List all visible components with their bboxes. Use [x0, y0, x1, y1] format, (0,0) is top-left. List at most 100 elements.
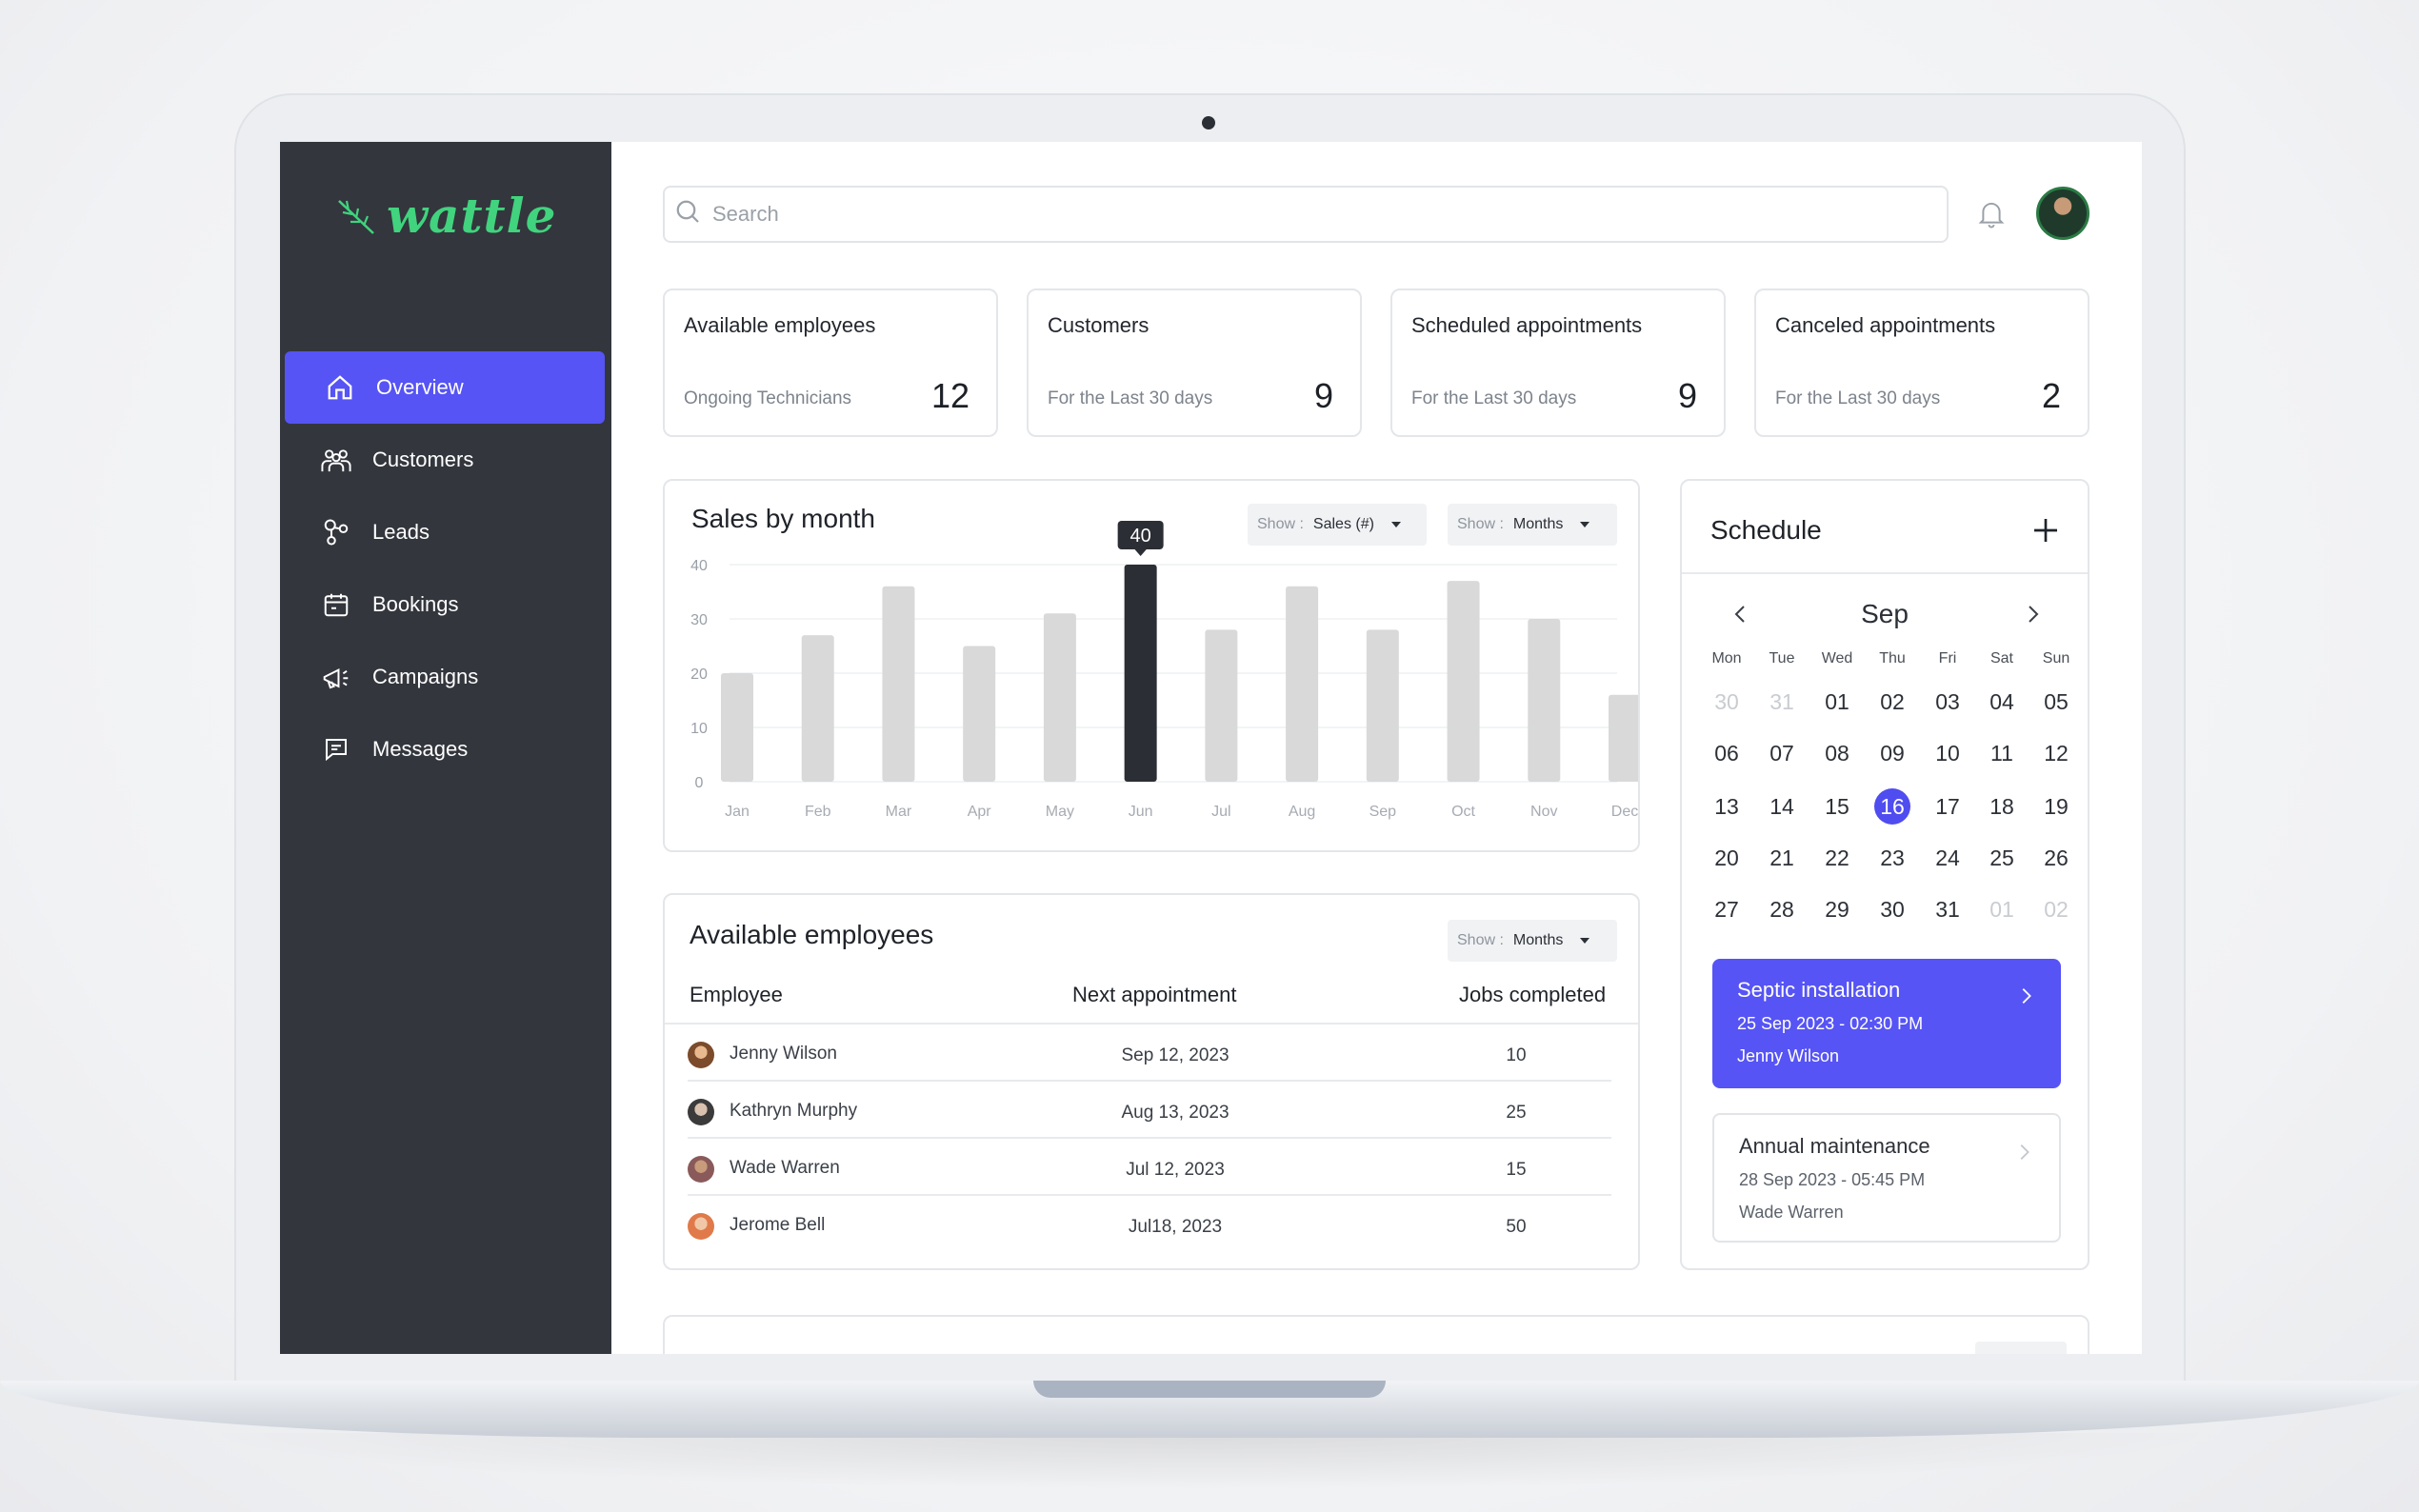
sidebar-item-label: Messages — [372, 737, 469, 761]
megaphone-icon — [319, 660, 353, 694]
calendar-day[interactable]: 28 — [1754, 890, 1809, 928]
bar-aug[interactable] — [1286, 586, 1319, 782]
calendar-day[interactable]: 14 — [1754, 787, 1809, 826]
calendar-day[interactable]: 30 — [1865, 890, 1920, 928]
caret-down-icon — [1580, 938, 1590, 944]
sidebar-item-bookings[interactable]: Bookings — [285, 568, 605, 641]
wattle-leaf-icon — [338, 199, 374, 234]
appointment-time: 28 Sep 2023 - 05:45 PM — [1739, 1170, 1926, 1189]
schedule-title: Schedule — [1710, 515, 1822, 545]
appointment-card-active[interactable]: Septic installation 25 Sep 2023 - 02:30 … — [1712, 959, 2061, 1088]
calendar-day[interactable]: 18 — [1974, 787, 2029, 826]
calendar-day[interactable]: 26 — [2029, 839, 2084, 877]
bar-apr[interactable] — [963, 646, 996, 783]
calendar-day[interactable]: 24 — [1920, 839, 1975, 877]
calendar-day[interactable]: 31 — [1754, 683, 1809, 721]
bar-dec[interactable] — [1609, 694, 1638, 782]
search-input[interactable]: Search — [712, 202, 779, 227]
bar-jun[interactable] — [1124, 565, 1157, 782]
calendar-day[interactable]: 22 — [1809, 839, 1865, 877]
calendar-day[interactable]: 21 — [1754, 839, 1809, 877]
calendar-day[interactable]: 30 — [1699, 683, 1754, 721]
bar-may[interactable] — [1043, 613, 1076, 782]
stat-subtitle: Ongoing Technicians — [684, 388, 852, 408]
avatar[interactable] — [2036, 187, 2089, 240]
calendar-day[interactable]: 04 — [1974, 683, 2029, 721]
section-filter[interactable] — [1975, 1342, 2067, 1354]
x-tick-label: Aug — [1289, 804, 1315, 820]
weekday-label: Mon — [1711, 650, 1742, 666]
calendar-day[interactable]: 08 — [1809, 734, 1865, 772]
calendar-day-selected[interactable]: 16 — [1865, 787, 1920, 826]
bar-nov[interactable] — [1528, 619, 1561, 782]
stat-card-customers[interactable]: Customers For the Last 30 days 9 — [1027, 288, 1362, 437]
bar-mar[interactable] — [882, 586, 915, 782]
avatar — [688, 1213, 714, 1240]
calendar-day[interactable]: 20 — [1699, 839, 1754, 877]
avatar — [688, 1156, 714, 1183]
weekday-label: Sun — [2042, 650, 2070, 666]
x-tick-label: Jul — [1211, 804, 1230, 820]
calendar-day[interactable]: 31 — [1920, 890, 1975, 928]
x-tick-label: Apr — [968, 804, 992, 820]
calendar-day[interactable]: 13 — [1699, 787, 1754, 826]
search-bar[interactable]: Search — [663, 186, 1949, 243]
app-screen: wattle Overview Customers Leads Bookings — [280, 142, 2142, 1354]
sidebar-item-label: Bookings — [372, 592, 459, 616]
table-row[interactable]: Jenny Wilson Sep 12, 2023 10 — [688, 1025, 1611, 1082]
weekday-label: Wed — [1821, 650, 1853, 666]
employees-filter-dropdown[interactable]: Show : Months — [1448, 920, 1617, 962]
calendar-day[interactable]: 15 — [1809, 787, 1865, 826]
calendar-day[interactable]: 01 — [1809, 683, 1865, 721]
bar-oct[interactable] — [1447, 581, 1480, 782]
chevron-right-icon — [2013, 1142, 2034, 1167]
appointment-card[interactable]: Annual maintenance 28 Sep 2023 - 05:45 P… — [1712, 1113, 2061, 1243]
bar-jul[interactable] — [1205, 629, 1238, 782]
calendar-day[interactable]: 17 — [1920, 787, 1975, 826]
stat-card-canceled[interactable]: Canceled appointments For the Last 30 da… — [1754, 288, 2089, 437]
calendar-day[interactable]: 03 — [1920, 683, 1975, 721]
calendar-day[interactable]: 12 — [2029, 734, 2084, 772]
logo[interactable]: wattle — [335, 188, 556, 244]
calendar-day[interactable]: 02 — [1865, 683, 1920, 721]
stat-value: 2 — [2041, 376, 2061, 415]
calendar-day[interactable]: 11 — [1974, 734, 2029, 772]
appointment-assignee: Jenny Wilson — [1737, 1046, 1840, 1065]
table-row[interactable]: Wade Warren Jul 12, 2023 15 — [688, 1139, 1611, 1196]
sidebar-item-overview[interactable]: Overview — [285, 351, 605, 424]
bar-jan[interactable] — [721, 673, 753, 782]
x-tick-label: Jan — [725, 804, 750, 820]
calendar-day[interactable]: 27 — [1699, 890, 1754, 928]
calendar-day[interactable]: 10 — [1920, 734, 1975, 772]
calendar-day[interactable]: 01 — [1974, 890, 2029, 928]
sidebar-item-campaigns[interactable]: Campaigns — [285, 641, 605, 713]
appointment-assignee: Wade Warren — [1739, 1203, 1844, 1222]
sidebar-item-leads[interactable]: Leads — [285, 496, 605, 568]
bell-icon[interactable] — [1977, 199, 2006, 234]
x-tick-label: Sep — [1369, 804, 1397, 820]
stat-title: Available employees — [684, 313, 876, 337]
calendar-day[interactable]: 09 — [1865, 734, 1920, 772]
calendar-day[interactable]: 02 — [2029, 890, 2084, 928]
divider — [1682, 572, 2088, 574]
bar-feb[interactable] — [801, 635, 834, 782]
stat-card-available-employees[interactable]: Available employees Ongoing Technicians … — [663, 288, 998, 437]
calendar-day[interactable]: 07 — [1754, 734, 1809, 772]
calendar-day[interactable]: 05 — [2029, 683, 2084, 721]
calendar-day[interactable]: 19 — [2029, 787, 2084, 826]
calendar-day[interactable]: 29 — [1809, 890, 1865, 928]
table-row[interactable]: Kathryn Murphy Aug 13, 2023 25 — [688, 1082, 1611, 1139]
calendar-day[interactable]: 06 — [1699, 734, 1754, 772]
add-icon[interactable] — [2030, 515, 2061, 550]
bar-sep[interactable] — [1366, 629, 1399, 782]
table-row[interactable]: Jerome Bell Jul18, 2023 50 — [688, 1196, 1611, 1251]
calendar-day[interactable]: 25 — [1974, 839, 2029, 877]
x-tick-label: Mar — [886, 804, 912, 820]
appointment-time: 25 Sep 2023 - 02:30 PM — [1737, 1014, 1924, 1033]
sidebar-item-customers[interactable]: Customers — [285, 424, 605, 496]
stat-card-scheduled[interactable]: Scheduled appointments For the Last 30 d… — [1390, 288, 1726, 437]
y-tick-label: 0 — [695, 775, 704, 791]
chevron-right-icon[interactable] — [2021, 603, 2044, 630]
sidebar-item-messages[interactable]: Messages — [285, 713, 605, 786]
calendar-day[interactable]: 23 — [1865, 839, 1920, 877]
